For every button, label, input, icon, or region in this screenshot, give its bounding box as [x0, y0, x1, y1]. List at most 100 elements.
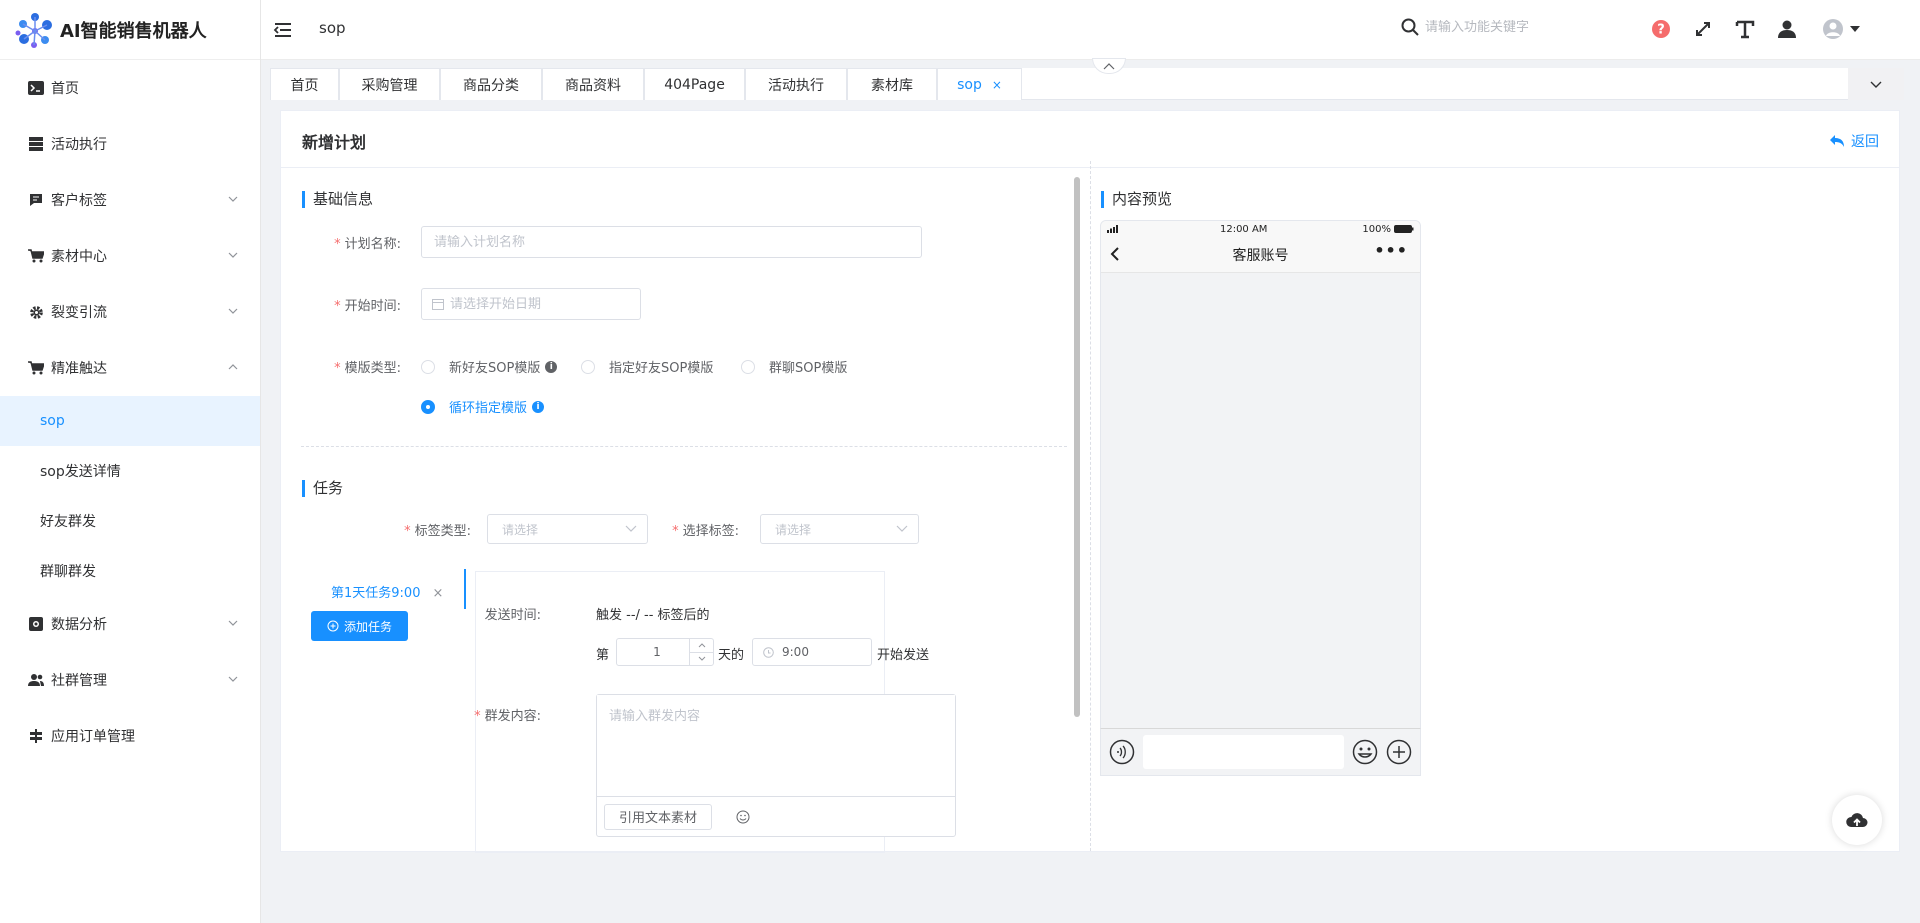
radio-new-friend-sop[interactable]: 新好友SOP模版 i	[421, 357, 558, 376]
section-basic-info: 基础信息	[302, 191, 373, 208]
close-icon[interactable]: ×	[992, 78, 1002, 92]
sidebar-subitem-group-broadcast[interactable]: 群聊群发	[0, 546, 260, 596]
sidebar-item-home[interactable]: 首页	[0, 60, 260, 116]
quote-material-button[interactable]: 引用文本素材	[604, 803, 713, 830]
more-icon[interactable]: •••	[1374, 241, 1408, 260]
sidebar-subitem-sop-detail[interactable]: sop发送详情	[0, 446, 260, 496]
sidebar-item-precise-reach[interactable]: 精准触达	[0, 340, 260, 396]
section-task: 任务	[302, 480, 343, 497]
help-icon[interactable]: ?	[1649, 17, 1673, 41]
radio-specified-friend-sop[interactable]: 指定好友SOP模版	[581, 357, 713, 376]
plan-name-input[interactable]	[434, 234, 921, 250]
fullscreen-icon[interactable]	[1691, 17, 1715, 41]
tab-category[interactable]: 商品分类	[440, 68, 542, 100]
header-search	[1401, 18, 1585, 36]
chevron-up-icon	[228, 364, 238, 370]
plan-name-field[interactable]	[421, 226, 922, 258]
sidebar-subitem-sop[interactable]: sop	[0, 396, 260, 446]
sidebar-item-customer-tags[interactable]: 客户标签	[0, 172, 260, 228]
radio-cycle-template[interactable]: 循环指定模版 i	[421, 397, 545, 416]
info-icon[interactable]: i	[532, 400, 545, 413]
comment-icon	[27, 191, 45, 209]
start-time-label-text: 开始时间:	[344, 299, 401, 314]
radio-dot	[421, 359, 435, 374]
chart-icon	[27, 615, 45, 633]
column-divider	[1090, 161, 1091, 851]
chevron-down-icon	[228, 676, 238, 682]
start-date-input[interactable]	[450, 296, 640, 312]
user-icon[interactable]	[1775, 17, 1799, 41]
battery-label: 100%	[1362, 223, 1391, 235]
phone-time: 12:00 AM	[1219, 223, 1268, 235]
tab-purchase[interactable]: 采购管理	[339, 68, 440, 100]
tag-select-label-text: 选择标签:	[682, 524, 739, 539]
radio-dot	[581, 359, 595, 374]
chevron-down-icon	[896, 525, 908, 532]
search-input[interactable]	[1425, 19, 1585, 35]
select-placeholder: 请选择	[502, 522, 539, 537]
phone-message-input[interactable]	[1143, 735, 1344, 769]
emoji-icon[interactable]	[736, 810, 750, 824]
add-task-button[interactable]: 添加任务	[311, 611, 408, 641]
back-label: 返回	[1851, 134, 1879, 150]
radio-label: 指定好友SOP模版	[609, 361, 714, 376]
voice-icon[interactable]	[1109, 739, 1135, 765]
back-button[interactable]: 返回	[1829, 131, 1879, 151]
phone-preview: 12:00 AM 100% 客服账号 •••	[1100, 220, 1421, 775]
tab-404[interactable]: 404Page	[644, 68, 745, 100]
users-icon	[27, 671, 45, 689]
content-label-text: 群发内容:	[484, 709, 541, 724]
cloud-upload-button[interactable]	[1832, 795, 1882, 845]
emoji-icon[interactable]	[1352, 739, 1378, 765]
tab-goods[interactable]: 商品资料	[542, 68, 644, 100]
search-icon[interactable]	[1401, 18, 1419, 36]
chevron-left-icon[interactable]	[1109, 246, 1121, 262]
increase-button[interactable]	[690, 639, 713, 653]
sidebar-item-material-center[interactable]: 素材中心	[0, 228, 260, 284]
plan-name-label: * 计划名称:	[334, 237, 401, 252]
day-stepper[interactable]: 1	[616, 638, 714, 666]
cloud-upload-icon	[1846, 813, 1868, 827]
form-scrollbar[interactable]	[1074, 177, 1080, 717]
time-picker[interactable]: 9:00	[752, 638, 872, 666]
breadcrumb[interactable]: sop	[319, 19, 346, 37]
top-header: sop ?	[261, 0, 1920, 60]
start-date-picker[interactable]	[421, 288, 641, 320]
info-icon[interactable]: i	[545, 360, 558, 373]
sidebar-item-app-orders[interactable]: 应用订单管理	[0, 708, 260, 764]
sidebar-item-label: 素材中心	[51, 249, 107, 265]
radio-group-sop[interactable]: 群聊SOP模版	[741, 357, 847, 376]
section-preview: 内容预览	[1101, 191, 1172, 208]
gear-icon	[27, 303, 45, 321]
tab-material[interactable]: 素材库	[847, 68, 937, 100]
battery-icon	[1394, 225, 1414, 233]
logo[interactable]: AI智能销售机器人	[0, 0, 260, 60]
task-tab-day1[interactable]: 第1天任务9:00 ×	[331, 582, 443, 601]
font-size-icon[interactable]	[1733, 17, 1757, 41]
tab-activity[interactable]: 活动执行	[745, 68, 847, 100]
tab-sop[interactable]: sop ×	[937, 68, 1022, 100]
add-task-label: 添加任务	[343, 619, 392, 634]
sidebar-item-data-analysis[interactable]: 数据分析	[0, 596, 260, 652]
sidebar-item-fission[interactable]: 裂变引流	[0, 284, 260, 340]
tab-home[interactable]: 首页	[270, 68, 339, 100]
stepper-controls	[689, 639, 713, 665]
sidebar-item-community[interactable]: 社群管理	[0, 652, 260, 708]
close-icon[interactable]: ×	[432, 586, 443, 601]
tag-type-select[interactable]: 请选择	[487, 514, 648, 544]
plus-circle-icon[interactable]	[1386, 739, 1412, 765]
page-title: 新增计划	[302, 133, 367, 152]
avatar-dropdown[interactable]	[1822, 17, 1866, 41]
tag-type-label: * 标签类型:	[404, 524, 471, 539]
chevron-up-icon	[1103, 63, 1115, 70]
tabs-more-button[interactable]	[1848, 68, 1904, 100]
content-input[interactable]	[597, 695, 955, 791]
menu-fold-icon[interactable]	[273, 20, 293, 40]
decrease-button[interactable]	[690, 653, 713, 666]
sidebar-item-activity[interactable]: 活动执行	[0, 116, 260, 172]
task-tab-label: 第1天任务9:00	[331, 586, 421, 601]
cart-icon	[27, 247, 45, 265]
sidebar-subitem-friend-broadcast[interactable]: 好友群发	[0, 496, 260, 546]
tag-select[interactable]: 请选择	[760, 514, 919, 544]
sidebar-item-label: 应用订单管理	[51, 729, 135, 745]
